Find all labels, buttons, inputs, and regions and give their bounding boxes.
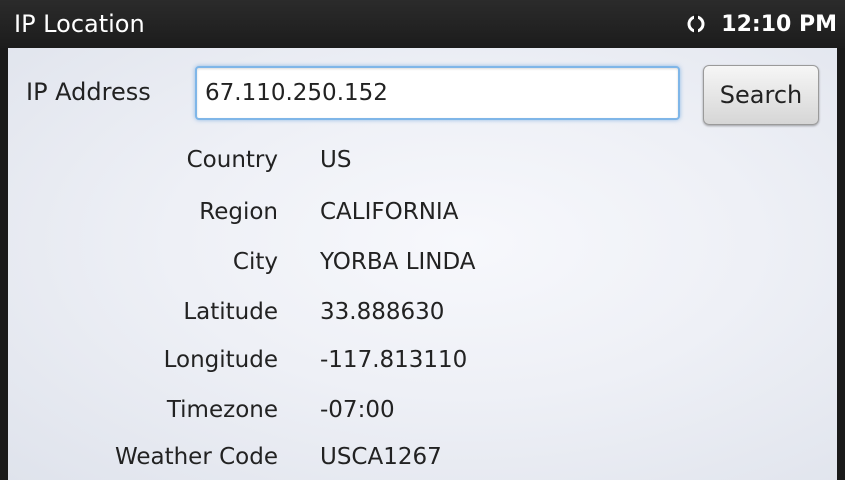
timezone-label: Timezone xyxy=(166,397,278,423)
city-label: City xyxy=(232,249,278,275)
result-row-country: Country US xyxy=(8,140,837,180)
result-row-city: City YORBA LINDA xyxy=(8,242,837,282)
title-bar: IP Location 12:10 PM xyxy=(0,0,845,48)
latitude-value: 33.888630 xyxy=(320,299,445,325)
ip-address-input[interactable] xyxy=(195,66,680,120)
city-value: YORBA LINDA xyxy=(320,249,476,275)
clock: 12:10 PM xyxy=(721,11,837,37)
result-row-longitude: Longitude -117.813110 xyxy=(8,340,837,380)
latitude-label: Latitude xyxy=(183,299,278,325)
result-row-region: Region CALIFORNIA xyxy=(8,192,837,232)
result-row-weather-code: Weather Code USCA1267 xyxy=(8,437,837,477)
weather-code-label: Weather Code xyxy=(114,444,278,470)
result-row-timezone: Timezone -07:00 xyxy=(8,390,837,430)
main-content: IP Address Search Country US Region CALI… xyxy=(8,48,837,480)
region-label: Region xyxy=(199,199,278,225)
weather-code-value: USCA1267 xyxy=(320,444,442,470)
app-title: IP Location xyxy=(14,10,145,38)
longitude-label: Longitude xyxy=(163,347,278,373)
status-area: 12:10 PM xyxy=(685,0,837,48)
longitude-value: -117.813110 xyxy=(320,347,468,373)
search-button[interactable]: Search xyxy=(703,65,819,125)
timezone-value: -07:00 xyxy=(320,397,395,423)
ip-address-label: IP Address xyxy=(26,78,151,106)
region-value: CALIFORNIA xyxy=(320,199,459,225)
sync-icon xyxy=(685,13,707,35)
country-value: US xyxy=(320,147,352,173)
country-label: Country xyxy=(186,147,278,173)
result-row-latitude: Latitude 33.888630 xyxy=(8,292,837,332)
